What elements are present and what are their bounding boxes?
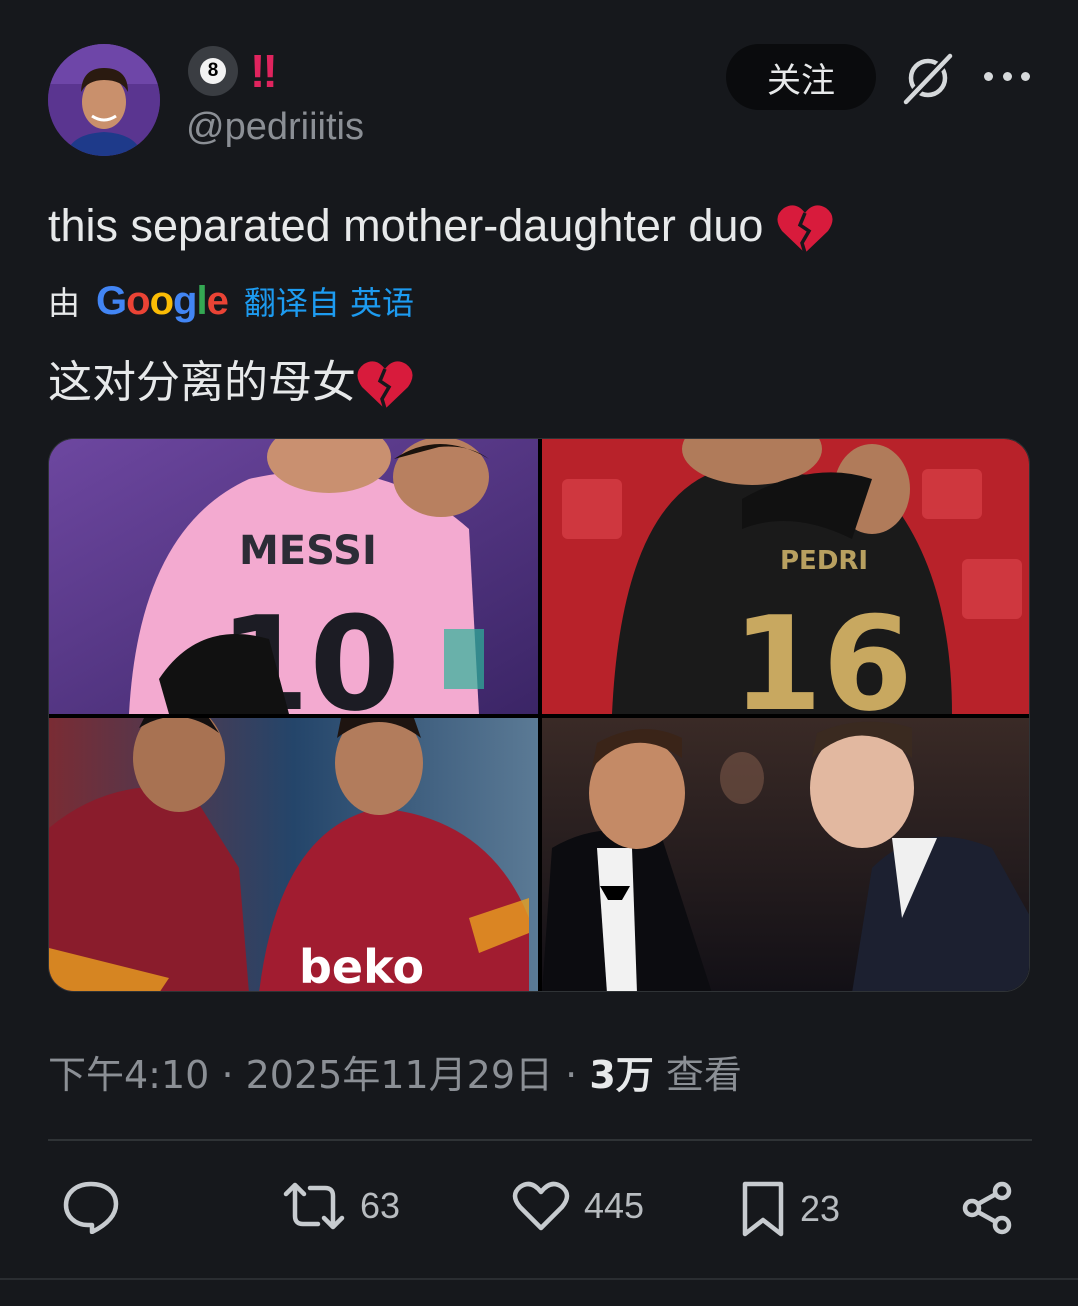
svg-text:PEDRI: PEDRI	[780, 546, 868, 576]
share-button[interactable]	[960, 1180, 1016, 1236]
divider	[0, 1278, 1078, 1280]
eight-ball-icon: 8	[188, 46, 238, 96]
tweet-date: 2025年11月29日	[245, 1053, 554, 1097]
reply-icon	[63, 1181, 119, 1234]
author-handle[interactable]: @pedriiitis	[186, 106, 364, 149]
svg-text:beko: beko	[299, 940, 424, 992]
heart-icon	[512, 1181, 570, 1231]
bookmark-icon	[742, 1181, 784, 1237]
like-button[interactable]: 445	[512, 1180, 644, 1232]
photo-2[interactable]: PEDRI 16	[542, 439, 1029, 714]
translation-source-link[interactable]: 翻译自 英语	[244, 278, 414, 324]
broken-heart-icon	[777, 205, 833, 254]
follow-button[interactable]: 关注	[726, 44, 876, 110]
tweet-meta: 下午4:10 · 2025年11月29日 · 3万 查看	[48, 1053, 742, 1097]
author-badges: 8 ‼	[188, 45, 278, 97]
double-exclamation-icon: ‼	[250, 45, 278, 97]
views-count[interactable]: 3万	[589, 1053, 653, 1097]
divider	[48, 1139, 1032, 1141]
tweet-time: 下午4:10	[48, 1053, 210, 1097]
svg-text:MESSI: MESSI	[239, 528, 377, 574]
svg-text:16: 16	[732, 588, 913, 714]
google-logo: Google	[96, 278, 229, 323]
photo-3[interactable]: beko	[49, 718, 538, 992]
grok-icon[interactable]	[900, 50, 956, 106]
translated-text: 这对分离的母女	[48, 346, 414, 411]
retweet-icon	[283, 1182, 345, 1230]
media-grid: MESSI 10 PEDRI 16 beko	[48, 438, 1030, 992]
views-label: 查看	[665, 1053, 742, 1097]
broken-heart-icon	[357, 361, 413, 410]
tweet-detail: 8 ‼ @pedriiitis 关注 this separated mother…	[0, 0, 1078, 1306]
photo-1[interactable]: MESSI 10	[49, 439, 538, 714]
reply-button[interactable]	[62, 1180, 134, 1234]
share-icon	[962, 1181, 1012, 1235]
translation-attribution: 由 Google 翻译自 英语	[48, 278, 415, 324]
avatar[interactable]	[48, 44, 160, 156]
more-horizontal-icon[interactable]	[984, 62, 1030, 90]
tweet-text: this separated mother-daughter duo	[48, 200, 834, 255]
bookmark-button[interactable]: 23	[740, 1180, 840, 1238]
photo-4[interactable]	[542, 718, 1029, 991]
retweet-button[interactable]: 63	[282, 1180, 400, 1232]
